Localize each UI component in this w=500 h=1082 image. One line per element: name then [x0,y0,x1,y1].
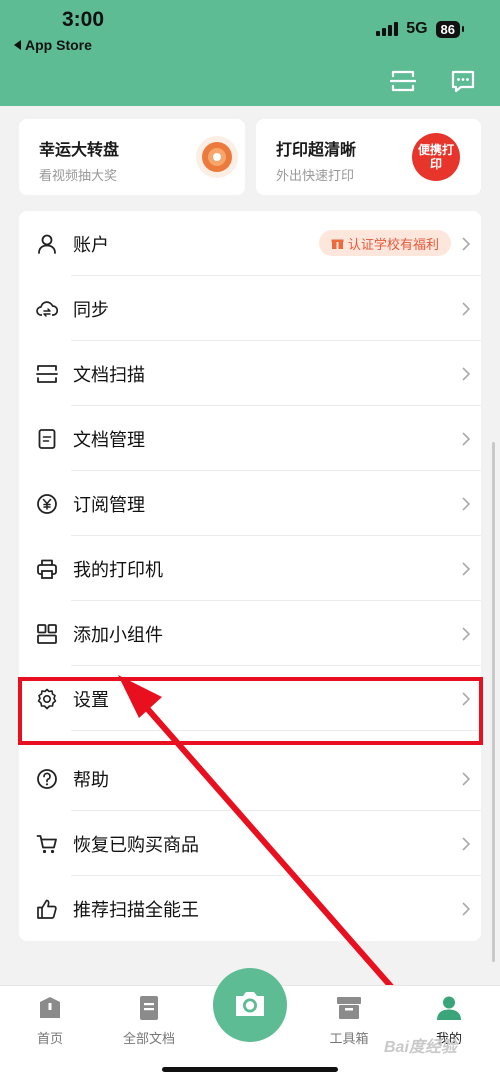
chevron-right-icon [462,366,471,381]
yen-icon [37,493,57,514]
widget-icon [37,623,57,644]
gift-icon [331,239,344,249]
card-subtitle: 外出快速打印 [276,168,355,183]
watermark: Bai度经验 [384,1039,457,1056]
chevron-right-icon [462,626,471,641]
user-icon [38,234,56,254]
tab-label: 全部文档 [122,1031,175,1046]
menu-item-restore-purchases[interactable]: 恢复已购买商品 [19,811,481,876]
scan-icon [36,364,58,383]
chevron-right-icon [462,301,471,316]
home-icon [40,997,60,1018]
chevron-right-icon [462,561,471,576]
settings-highlight-box [18,677,483,745]
help-icon [37,768,57,789]
chevron-right-icon [462,496,471,511]
camera-button[interactable] [213,968,287,1042]
menu-item-my-printer[interactable]: 我的打印机 [19,536,481,601]
message-icon[interactable] [450,68,476,94]
signal-icon [376,22,399,36]
menu-item-label: 文档扫描 [73,364,145,385]
camera-icon [236,992,264,1016]
menu-list: 账户 认证学校有福利 同步 文档扫描 文档管理 订阅管理 我的打印机 添加小组件… [19,211,481,941]
menu-item-account[interactable]: 账户 认证学校有福利 [19,211,481,276]
chevron-right-icon [462,901,471,916]
menu-item-recommend[interactable]: 推荐扫描全能王 [19,876,481,941]
chevron-right-icon [462,236,471,251]
menu-item-label: 订阅管理 [73,494,145,515]
menu-item-label: 推荐扫描全能王 [73,899,199,920]
menu-item-label: 账户 [73,234,109,255]
prize-wheel-icon [196,136,238,178]
menu-item-label: 同步 [73,299,109,320]
menu-item-subscription[interactable]: 订阅管理 [19,471,481,536]
menu-item-label: 文档管理 [73,429,145,450]
tab-label: 首页 [36,1031,63,1046]
menu-item-help[interactable]: 帮助 [19,746,481,811]
portable-print-icon: 便携打印 [412,133,460,181]
all-docs-icon [140,996,158,1020]
tab-home[interactable]: 首页 [10,994,90,1047]
menu-item-doc-scan[interactable]: 文档扫描 [19,341,481,406]
app-header: 3:00 App Store 5G 86 [0,0,500,106]
card-title: 打印超清晰 [276,142,357,159]
scan-frame-icon[interactable] [390,68,416,94]
card-title: 幸运大转盘 [39,142,120,159]
menu-item-label: 添加小组件 [73,624,163,645]
tab-label: 工具箱 [329,1031,369,1046]
menu-item-sync[interactable]: 同步 [19,276,481,341]
menu-item-label: 恢复已购买商品 [73,834,199,855]
cart-icon [36,834,57,853]
lucky-wheel-card[interactable]: 幸运大转盘 看视频抽大奖 [19,119,245,195]
badge-label: 认证学校有福利 [347,236,439,252]
menu-item-label: 帮助 [73,769,109,790]
menu-item-doc-manage[interactable]: 文档管理 [19,406,481,471]
school-benefit-badge[interactable]: 认证学校有福利 [318,230,451,256]
card-subtitle: 看视频抽大奖 [39,168,118,183]
scrollbar[interactable] [492,442,495,962]
status-indicators: 5G 86 [376,20,465,38]
battery-icon: 86 [435,20,465,38]
cloud-sync-icon [36,300,58,317]
printer-icon [37,559,57,579]
home-indicator [162,1067,338,1072]
print-promo-card[interactable]: 打印超清晰 外出快速打印 便携打印 [256,119,481,195]
tab-toolbox[interactable]: 工具箱 [309,994,389,1047]
back-to-app-store[interactable]: App Store [14,37,92,53]
back-label: App Store [25,37,92,53]
status-time: 3:00 [62,8,105,31]
menu-item-label: 我的打印机 [73,559,163,580]
thumbs-up-icon [37,899,57,919]
chevron-right-icon [462,431,471,446]
toolbox-icon [337,997,361,1019]
network-type: 5G [406,20,428,37]
menu-item-add-widget[interactable]: 添加小组件 [19,601,481,666]
profile-icon [437,996,461,1020]
chevron-right-icon [462,771,471,786]
chevron-right-icon [462,836,471,851]
back-triangle-icon [14,40,21,50]
document-icon [38,428,56,449]
tab-all-docs[interactable]: 全部文档 [109,994,189,1047]
